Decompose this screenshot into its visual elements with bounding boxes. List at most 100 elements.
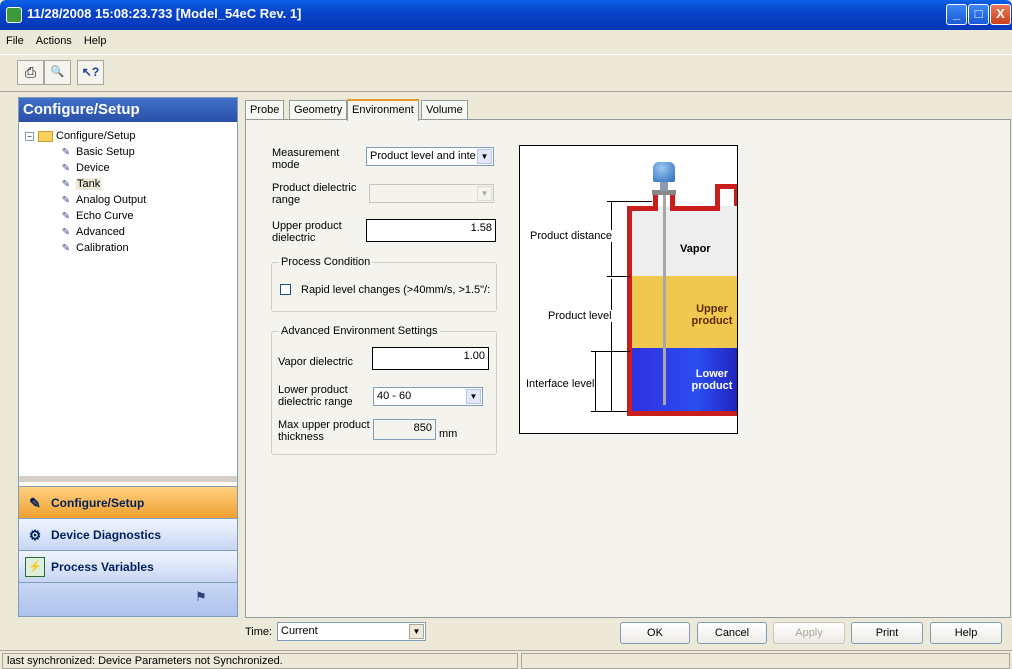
apply-button[interactable]: Apply [773, 622, 845, 644]
configure-buttons-icon[interactable]: ⚑ [195, 589, 207, 605]
tree-item-echo-curve[interactable]: ✎ Echo Curve [59, 208, 134, 224]
panel-splitter[interactable] [19, 476, 237, 482]
interface-level-ref [591, 351, 630, 352]
help-pointer-icon: ↖? [81, 65, 100, 79]
status-panel-right [521, 653, 1010, 669]
rapid-level-checkbox[interactable] [280, 284, 291, 295]
product-distance-ref [607, 201, 652, 202]
measurement-mode-label: Measurement mode [272, 147, 340, 171]
menu-file[interactable]: File [0, 32, 30, 47]
maximize-button[interactable]: □ [968, 4, 989, 25]
status-message: last synchronized: Device Parameters not… [2, 653, 518, 669]
tank-diagram: Product distance Product level Interface… [519, 145, 738, 434]
tree-item-configure-setup[interactable]: − Configure/Setup [25, 128, 136, 144]
diagnostics-icon: ⚙ [28, 526, 42, 543]
advanced-env-title: Advanced Environment Settings [279, 325, 440, 337]
nav-overflow-area: ⚑ [19, 582, 237, 616]
product-level-line [611, 279, 612, 411]
tree-item-label: Calibration [76, 242, 129, 254]
inlet-pipe-right [734, 184, 737, 206]
nav-process-variables[interactable]: ⚡ Process Variables [19, 550, 237, 582]
max-upper-thickness-value: 850 [373, 419, 436, 440]
app-icon [6, 7, 22, 23]
lower-product-label: Lower product [691, 368, 733, 392]
probe-rod [663, 195, 666, 405]
lower-product-range-label: Lower product dielectric range [278, 384, 353, 408]
process-condition-title: Process Condition [279, 256, 373, 268]
tree-item-advanced[interactable]: ✎ Advanced [59, 224, 125, 240]
process-variables-icon: ⚡ [25, 556, 45, 577]
product-dielectric-range-label: Product dielectric range [272, 182, 357, 206]
interface-level-line [595, 351, 596, 411]
tree-item-label: Device [76, 162, 110, 174]
print-preview-icon: 🔍 [50, 66, 65, 78]
window-title: 11/28/2008 15:08:23.733 [Model_54eC Rev.… [27, 6, 302, 21]
time-label: Time: [245, 626, 273, 638]
chevron-down-icon: ▼ [477, 186, 492, 201]
print-icon: ⎙ [24, 64, 37, 80]
configure-icon: ✎ [29, 494, 41, 511]
time-value: Current [281, 625, 318, 637]
wrench-icon: ✎ [61, 194, 71, 206]
max-upper-thickness-unit: mm [439, 428, 458, 440]
tab-probe[interactable]: Probe [245, 100, 285, 120]
left-panel-header: Configure/Setup [19, 98, 237, 122]
tab-geometry[interactable]: Geometry [289, 100, 348, 120]
wrench-icon: ✎ [61, 178, 71, 190]
tree-collapse-icon[interactable]: − [25, 131, 34, 141]
status-bar: last synchronized: Device Parameters not… [0, 650, 1012, 669]
transmitter-head [653, 162, 675, 182]
wrench-icon: ✎ [61, 242, 71, 254]
tree-item-label: Basic Setup [76, 146, 135, 158]
chevron-down-icon[interactable]: ▼ [409, 624, 424, 639]
tree-item-basic-setup[interactable]: ✎ Basic Setup [59, 144, 135, 160]
nav-configure-setup[interactable]: ✎ Configure/Setup [19, 486, 237, 518]
menu-bar: File Actions Help [0, 32, 1012, 52]
chevron-down-icon[interactable]: ▼ [477, 149, 492, 164]
ok-button[interactable]: OK [620, 622, 690, 644]
tank-top-right [670, 206, 718, 211]
tree-item-analog-output[interactable]: ✎ Analog Output [59, 192, 147, 208]
chevron-down-icon[interactable]: ▼ [466, 389, 481, 404]
cancel-button[interactable]: Cancel [697, 622, 767, 644]
print-preview-button[interactable]: 🔍 [44, 60, 71, 85]
menu-actions[interactable]: Actions [30, 32, 78, 47]
tab-environment[interactable]: Environment [347, 99, 419, 121]
close-button[interactable]: X [990, 4, 1011, 25]
bottom-ref [591, 411, 628, 412]
nav-device-diagnostics[interactable]: ⚙ Device Diagnostics [19, 518, 237, 550]
rapid-level-label: Rapid level changes (>40mm/s, >1.5"/: [301, 284, 491, 296]
toolbar: ⎙ 🔍 ↖? [0, 54, 1012, 92]
tree-item-calibration[interactable]: ✎ Calibration [59, 240, 129, 256]
nozzle-left [653, 194, 658, 211]
tree-item-label: Advanced [76, 226, 125, 238]
vapor-dielectric-label: Vapor dielectric [278, 356, 353, 368]
vapor-dielectric-input[interactable]: 1.00 [372, 347, 489, 370]
print-button[interactable]: ⎙ [17, 60, 44, 85]
wrench-icon: ✎ [61, 226, 71, 238]
lower-product-range-select[interactable]: 40 - 60 ▼ [373, 387, 483, 406]
help-pointer-button[interactable]: ↖? [77, 60, 104, 85]
measurement-mode-value: Product level and inte [370, 150, 476, 162]
tree-item-tank[interactable]: ✎ Tank [59, 176, 102, 192]
print-button-bottom[interactable]: Print [851, 622, 923, 644]
upper-product-dielectric-input[interactable]: 1.58 [366, 219, 496, 242]
tree-item-label: Echo Curve [76, 210, 134, 222]
tree-item-label: Configure/Setup [56, 130, 136, 142]
vapor-layer [630, 206, 737, 276]
help-button[interactable]: Help [930, 622, 1002, 644]
minimize-button[interactable]: _ [946, 4, 967, 25]
lower-product-range-value: 40 - 60 [377, 390, 412, 402]
folder-icon [38, 130, 53, 142]
product-distance-label: Product distance [530, 230, 612, 242]
tree-item-label: Tank [76, 178, 102, 190]
nav-label: Device Diagnostics [51, 527, 162, 542]
time-select[interactable]: Current ▼ [277, 622, 426, 641]
menu-help[interactable]: Help [78, 32, 113, 47]
measurement-mode-select[interactable]: Product level and inte ▼ [366, 147, 494, 166]
tab-volume[interactable]: Volume [421, 100, 468, 120]
tree-item-device[interactable]: ✎ Device [59, 160, 110, 176]
title-bar: 11/28/2008 15:08:23.733 [Model_54eC Rev.… [0, 0, 1012, 30]
wrench-icon: ✎ [61, 146, 71, 158]
product-dielectric-range-select: ▼ [369, 184, 494, 203]
